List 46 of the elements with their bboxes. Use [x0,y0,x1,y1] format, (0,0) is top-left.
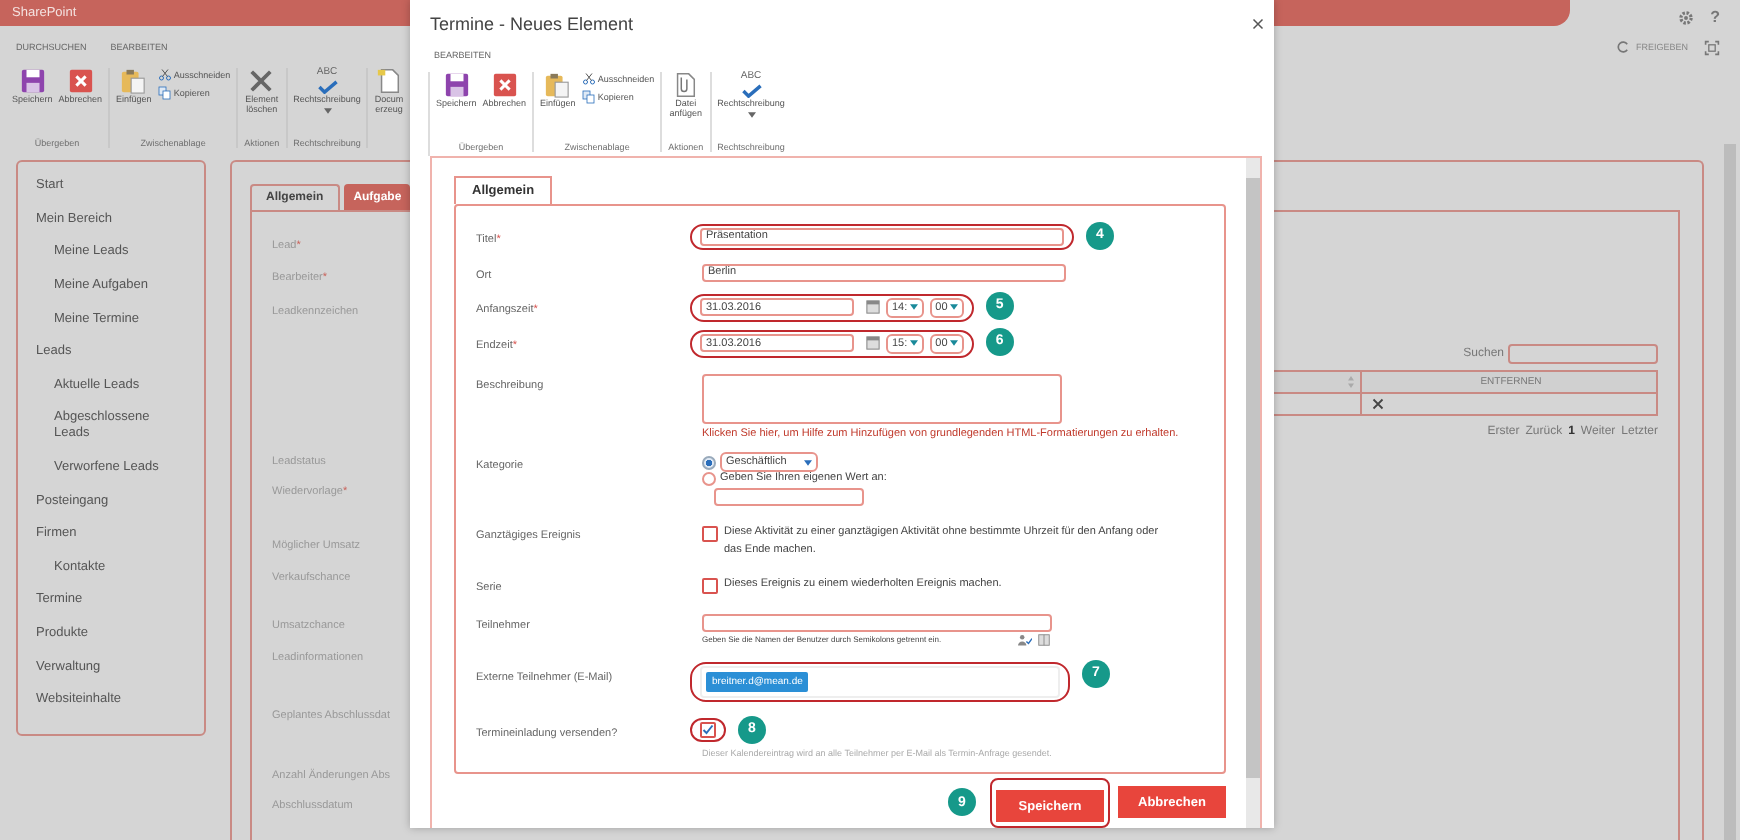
people-picker-field[interactable] [702,613,1052,631]
scissors-icon [581,71,596,86]
checkmark-icon [315,80,339,94]
scissors-icon [157,68,172,82]
attachment-icon [672,71,699,98]
copy-icon [157,86,172,100]
cancel-icon [67,68,94,94]
checkbox[interactable] [702,526,718,543]
checkbox[interactable] [702,577,718,594]
checkbox[interactable] [700,721,716,737]
settings-icon[interactable] [1678,9,1695,25]
x-icon [248,68,275,94]
caret-icon [909,340,918,347]
caret-icon [804,459,812,466]
save-icon [443,71,470,98]
clipboard-icon [544,71,571,98]
checkmark-icon [702,723,714,735]
help-button[interactable]: ? [1710,8,1720,26]
text-field[interactable] [714,488,864,507]
radio-button[interactable] [702,471,716,486]
caret-icon [747,111,755,118]
dialog-title: Termine - Neues Element [430,14,634,35]
save-icon [19,68,46,94]
cancel-icon [491,71,518,98]
close-icon[interactable] [1372,398,1384,410]
calendar-icon[interactable] [866,336,880,351]
scrollbar[interactable] [1246,157,1260,828]
focus-icon[interactable] [1704,40,1720,56]
checkmark-icon [739,83,763,98]
search-field[interactable] [1508,344,1658,364]
caret-icon [949,304,958,311]
copy-icon [581,89,596,104]
text-area[interactable] [702,373,1062,424]
calendar-icon[interactable] [866,300,880,315]
clipboard-icon [120,68,147,94]
share-icon [1615,40,1630,54]
sort-icon [1348,376,1354,388]
radio-button[interactable] [702,455,716,470]
caret-icon [323,107,331,114]
close-icon[interactable] [1252,18,1264,31]
address-book-icon[interactable] [1038,633,1050,645]
scrollbar[interactable] [1724,144,1736,840]
check-names-icon[interactable] [1018,633,1032,645]
caret-icon [909,304,918,311]
caret-icon [949,340,958,347]
document-icon [376,68,403,94]
